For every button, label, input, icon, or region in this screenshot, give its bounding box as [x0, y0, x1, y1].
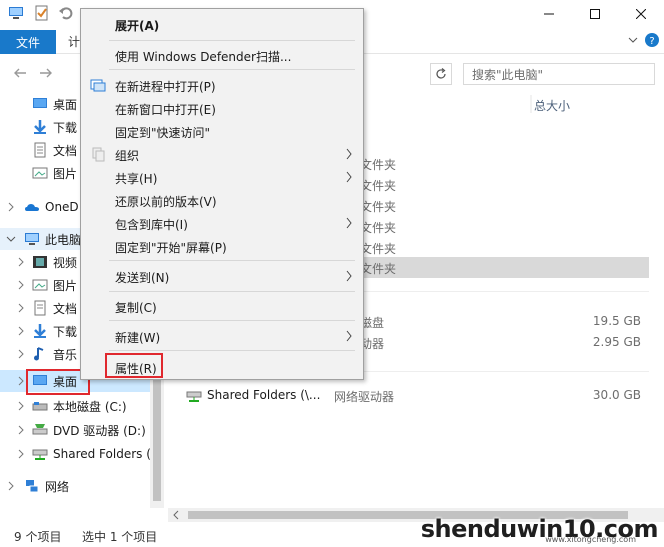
computer-icon: [9, 7, 23, 19]
submenu-arrow-icon: [346, 148, 352, 160]
menu-item-share[interactable]: 共享(H): [81, 166, 363, 188]
menu-item-pin-quick-access[interactable]: 固定到"快速访问": [81, 120, 363, 142]
chevron-right-icon[interactable]: [6, 481, 16, 491]
drive-row-shared-folders[interactable]: Shared Folders (\... 网络驱动器 30.0 GB: [164, 385, 649, 406]
desktop-icon: [33, 98, 47, 108]
submenu-arrow-icon: [346, 330, 352, 342]
forward-arrow-icon[interactable]: [38, 65, 54, 81]
chevron-right-icon[interactable]: [16, 425, 26, 435]
menu-item-restore-versions[interactable]: 还原以前的版本(V): [81, 189, 363, 211]
status-selected-count: 选中 1 个项目: [82, 530, 158, 544]
minimize-button[interactable]: [526, 0, 572, 28]
tab-computer[interactable]: 计: [68, 33, 80, 50]
watermark-sub: www.xitongcheng.com: [545, 535, 636, 544]
menu-item-expand[interactable]: 展开(A): [81, 13, 363, 35]
tab-file[interactable]: 文件: [0, 30, 56, 54]
refresh-icon: [436, 68, 446, 79]
new-process-icon: [90, 79, 106, 92]
documents-icon: [34, 300, 46, 316]
network-drive-icon: [32, 449, 48, 460]
menu-item-copy[interactable]: 复制(C): [81, 295, 363, 317]
menu-item-include-library[interactable]: 包含到库中(I): [81, 212, 363, 234]
undo-icon[interactable]: [58, 5, 74, 21]
video-icon: [33, 256, 47, 268]
organize-icon: [92, 147, 105, 162]
menu-item-defender-scan[interactable]: 使用 Windows Defender扫描...: [81, 44, 363, 66]
nav-item-local-disk-c[interactable]: 本地磁盘 (C:): [0, 395, 150, 417]
submenu-arrow-icon: [346, 217, 352, 229]
menu-item-send-to[interactable]: 发送到(N): [81, 265, 363, 287]
minimize-icon: [544, 13, 554, 15]
dvd-drive-icon: [32, 424, 48, 435]
search-input[interactable]: 搜索"此电脑": [463, 63, 655, 85]
pictures-icon: [32, 279, 48, 291]
pictures-icon: [32, 167, 48, 179]
menu-item-organize[interactable]: 组织: [81, 143, 363, 165]
properties-check-icon[interactable]: [34, 5, 50, 21]
computer-icon: [25, 233, 39, 245]
close-button[interactable]: [618, 0, 664, 28]
scroll-left-icon[interactable]: [172, 510, 180, 520]
nav-item-shared-folders[interactable]: Shared Folders (: [0, 443, 150, 465]
download-icon: [34, 324, 46, 338]
network-icon: [26, 480, 39, 493]
menu-item-open-new-window[interactable]: 在新窗口中打开(E): [81, 97, 363, 119]
submenu-arrow-icon: [346, 270, 352, 282]
chevron-right-icon[interactable]: [16, 280, 26, 290]
back-arrow-icon[interactable]: [12, 65, 28, 81]
submenu-arrow-icon: [346, 171, 352, 183]
refresh-button[interactable]: [430, 63, 452, 85]
local-disk-icon: [32, 402, 48, 411]
download-icon: [34, 120, 46, 134]
chevron-down-icon[interactable]: [628, 35, 638, 45]
maximize-icon: [590, 9, 600, 19]
status-item-count: 9 个项目: [14, 530, 62, 544]
highlight-box-properties: [105, 353, 163, 378]
chevron-right-icon[interactable]: [16, 376, 26, 386]
chevron-right-icon[interactable]: [16, 257, 26, 267]
chevron-right-icon[interactable]: [16, 449, 26, 459]
chevron-right-icon[interactable]: [16, 349, 26, 359]
chevron-right-icon[interactable]: [16, 401, 26, 411]
svg-text:?: ?: [649, 36, 654, 47]
menu-item-new[interactable]: 新建(W): [81, 325, 363, 347]
chevron-right-icon[interactable]: [6, 202, 16, 212]
close-icon: [636, 9, 646, 19]
music-icon: [34, 347, 44, 361]
nav-item-dvd-drive[interactable]: DVD 驱动器 (D:) .: [0, 419, 150, 441]
chevron-right-icon[interactable]: [16, 326, 26, 336]
documents-icon: [34, 142, 46, 158]
nav-item-network[interactable]: 网络: [0, 475, 150, 497]
context-menu: 展开(A) 使用 Windows Defender扫描... 在新进程中打开(P…: [80, 8, 364, 380]
menu-item-pin-start[interactable]: 固定到"开始"屏幕(P): [81, 235, 363, 257]
chevron-right-icon[interactable]: [16, 303, 26, 313]
chevron-down-icon[interactable]: [6, 234, 16, 244]
onedrive-icon: [25, 204, 39, 211]
maximize-button[interactable]: [572, 0, 618, 28]
column-total-size[interactable]: 总大小: [534, 97, 570, 114]
help-icon[interactable]: ?: [644, 32, 660, 48]
menu-item-open-new-process[interactable]: 在新进程中打开(P): [81, 74, 363, 96]
network-drive-icon: [186, 391, 202, 402]
